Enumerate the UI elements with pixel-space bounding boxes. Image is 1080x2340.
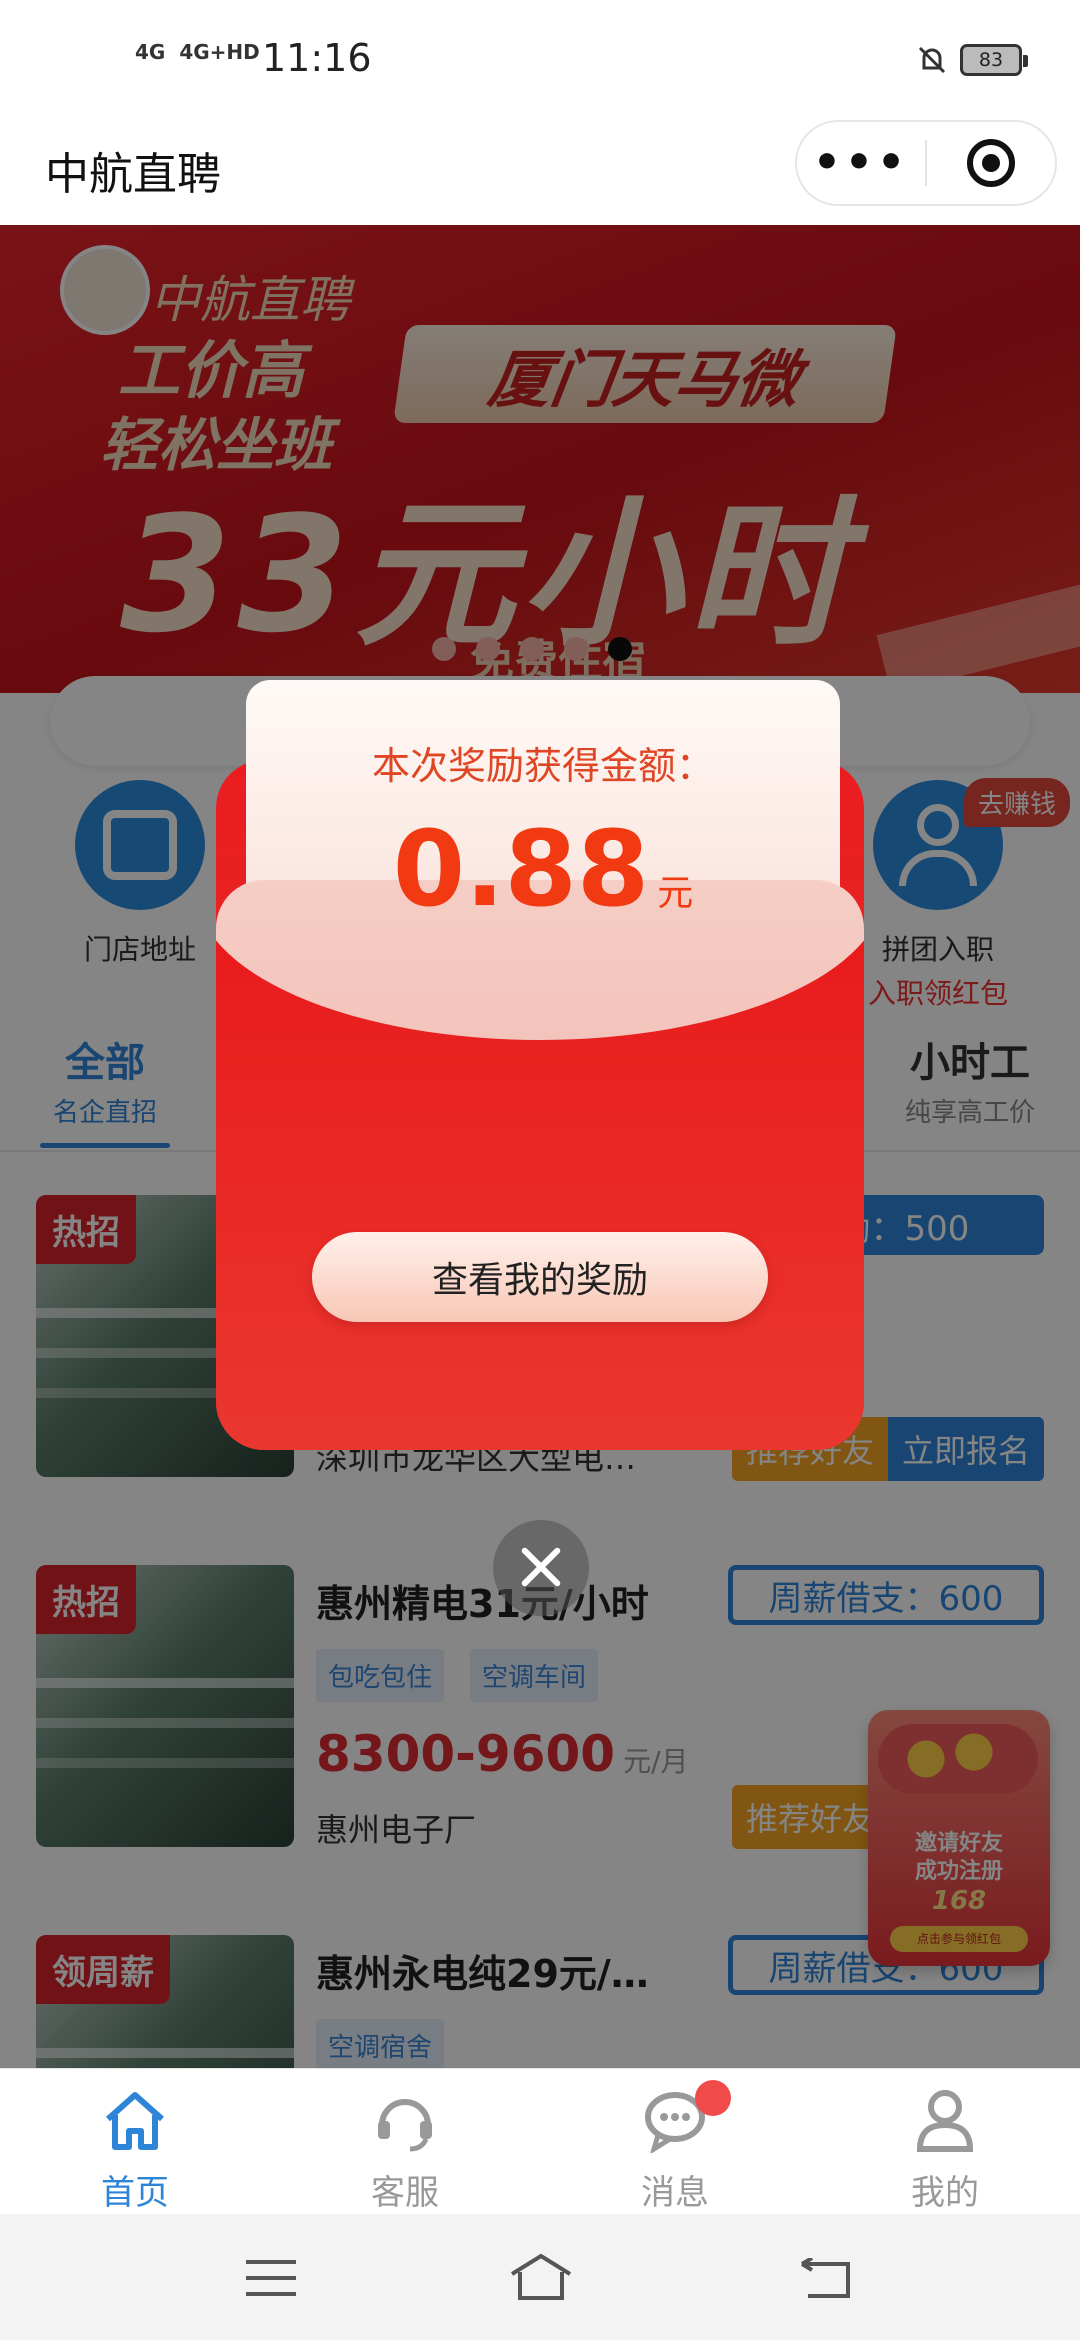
- headset-icon: [378, 2099, 432, 2152]
- network-indicator: 4G 4G+HD: [135, 40, 260, 64]
- system-nav-bar: [0, 2214, 1080, 2340]
- reward-amount-value: 0.88: [392, 808, 650, 930]
- nav-service[interactable]: 客服: [270, 2069, 540, 2214]
- mini-program-capsule: •••: [795, 120, 1057, 206]
- nav-label: 首页: [101, 2173, 169, 2213]
- home-icon: [106, 2092, 164, 2150]
- more-button[interactable]: •••: [797, 141, 925, 185]
- nav-label: 客服: [371, 2173, 439, 2213]
- bell-off-icon: [918, 46, 946, 74]
- home-icon[interactable]: [508, 2252, 574, 2302]
- target-icon: [966, 139, 1015, 187]
- bottom-tab-bar: 首页 客服 消息 我的: [0, 2068, 1080, 2214]
- title-bar: 中航直聘 •••: [0, 120, 1080, 224]
- user-icon: [916, 2090, 974, 2152]
- reward-title: 本次奖励获得金额：: [371, 744, 714, 788]
- unread-dot: [695, 2080, 731, 2116]
- nav-label: 消息: [641, 2173, 709, 2213]
- nav-label: 我的: [911, 2173, 979, 2213]
- network-label-2: 4G+HD: [179, 40, 260, 64]
- menu-icon[interactable]: [246, 2260, 296, 2296]
- close-icon[interactable]: [493, 1520, 589, 1616]
- close-program-button[interactable]: [927, 139, 1055, 187]
- nav-home[interactable]: 首页: [0, 2069, 270, 2214]
- network-label-1: 4G: [135, 40, 166, 64]
- view-reward-button[interactable]: 查看我的奖励: [312, 1232, 768, 1322]
- back-icon[interactable]: [798, 2258, 856, 2300]
- red-envelope-front: [216, 880, 864, 1450]
- status-bar: 4G 4G+HD 11:16 83: [0, 0, 1080, 120]
- battery-indicator: 83: [960, 44, 1028, 76]
- status-time: 11:16: [262, 36, 372, 80]
- reward-amount: 0.88 元: [246, 808, 840, 930]
- nav-me[interactable]: 我的: [810, 2069, 1080, 2214]
- nav-messages[interactable]: 消息: [540, 2069, 810, 2214]
- page-title: 中航直聘: [45, 149, 221, 200]
- reward-amount-unit: 元: [657, 873, 694, 914]
